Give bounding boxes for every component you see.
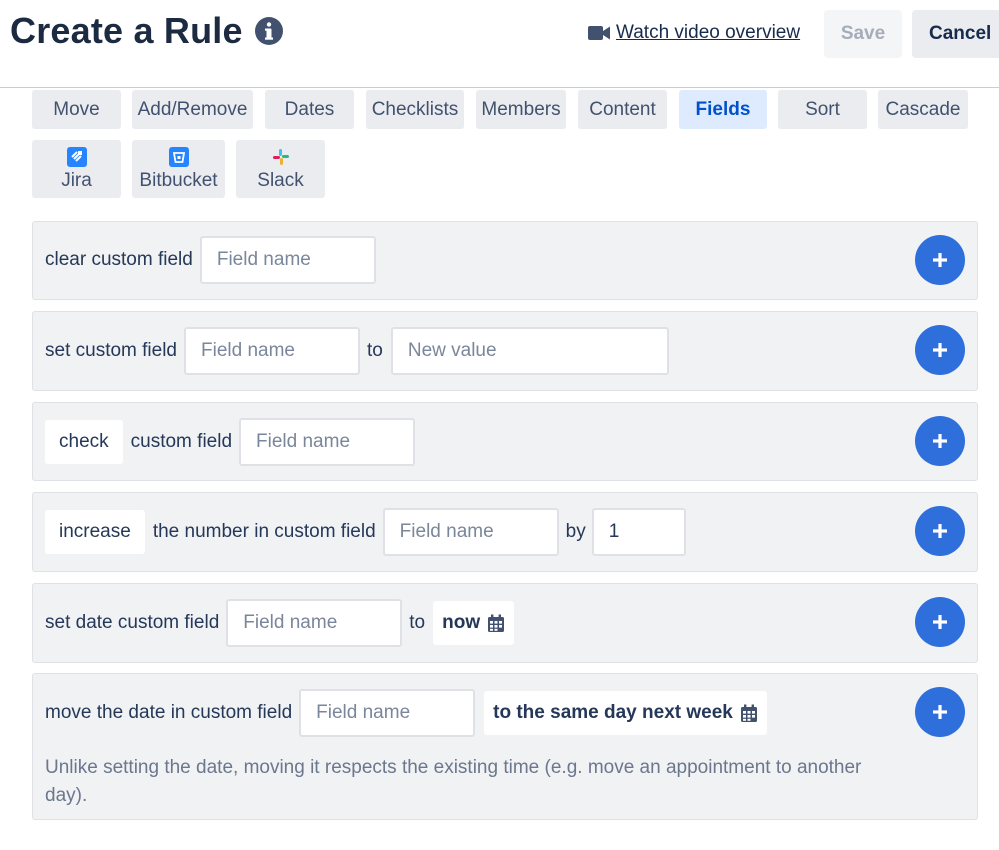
rule-line: set date custom field Field name to now (45, 599, 515, 647)
add-button[interactable] (915, 687, 965, 737)
plus-icon (933, 253, 947, 267)
increment-input[interactable]: 1 (591, 508, 686, 556)
rule-label: clear custom field (45, 249, 193, 270)
rule-label: set date custom field (45, 612, 220, 633)
tab-jira-label: Jira (61, 169, 92, 191)
rule-line: clear custom field Field name (45, 236, 383, 284)
watch-video-label: Watch video overview (616, 22, 801, 43)
rule-line: check custom field Field name (45, 418, 422, 466)
rule-clear-custom-field: clear custom field Field name (32, 221, 978, 300)
add-button[interactable] (915, 325, 965, 375)
add-button[interactable] (915, 235, 965, 285)
bitbucket-icon (168, 146, 189, 167)
calendar-icon (488, 614, 505, 632)
tab-checklists[interactable]: Checklists (366, 90, 464, 129)
date-picker[interactable]: now (433, 601, 515, 645)
tab-members[interactable]: Members (476, 90, 566, 129)
plus-icon (933, 524, 947, 538)
rule-line: move the date in custom field Field name… (45, 689, 767, 737)
date-value: now (442, 612, 481, 633)
tab-dates[interactable]: Dates (265, 90, 354, 129)
info-icon[interactable] (254, 17, 283, 45)
new-value-input[interactable]: New value (390, 327, 669, 375)
by-label: by (565, 521, 586, 542)
slack-icon (272, 148, 289, 165)
page-title: Create a Rule (10, 10, 283, 52)
rule-line: increase the number in custom field Fiel… (45, 508, 693, 556)
field-name-input[interactable]: Field name (299, 689, 476, 737)
rule-label: move the date in custom field (45, 702, 293, 723)
rule-label: the number in custom field (152, 521, 376, 542)
rule-increase-number: increase the number in custom field Fiel… (32, 492, 978, 572)
video-camera-icon (588, 26, 610, 40)
rule-label: set custom field (45, 340, 177, 361)
cancel-button[interactable]: Cancel (912, 10, 999, 58)
tab-cascade[interactable]: Cascade (878, 90, 968, 129)
tab-content[interactable]: Content (578, 90, 667, 129)
tab-fields[interactable]: Fields (679, 90, 767, 129)
plus-icon (933, 705, 947, 719)
tab-add-remove[interactable]: Add/Remove (132, 90, 253, 129)
add-button[interactable] (915, 416, 965, 466)
to-label: to (409, 612, 426, 633)
tab-slack[interactable]: Slack (236, 140, 325, 198)
rule-check-custom-field: check custom field Field name (32, 402, 978, 481)
jira-icon (66, 146, 87, 167)
field-name-input[interactable]: Field name (239, 418, 416, 466)
field-name-input[interactable]: Field name (199, 236, 376, 284)
increase-dropdown[interactable]: increase (45, 510, 145, 554)
field-name-input[interactable]: Field name (226, 599, 403, 647)
add-button[interactable] (915, 506, 965, 556)
rule-set-date-custom-field: set date custom field Field name to now (32, 583, 978, 663)
watch-video-link[interactable]: Watch video overview (588, 22, 800, 44)
calendar-icon (740, 704, 757, 722)
header: Create a Rule Watch video overview Save … (0, 0, 999, 88)
plus-icon (933, 615, 947, 629)
tab-bitbucket[interactable]: Bitbucket (132, 140, 225, 198)
move-date-note: Unlike setting the date, moving it respe… (45, 757, 862, 806)
tab-slack-label: Slack (257, 169, 304, 191)
rule-line: set custom field Field name to New value (45, 327, 676, 375)
rule-label: custom field (130, 431, 233, 452)
tab-sort[interactable]: Sort (778, 90, 867, 129)
plus-icon (933, 343, 947, 357)
field-name-input[interactable]: Field name (382, 508, 559, 556)
add-button[interactable] (915, 597, 965, 647)
field-name-input[interactable]: Field name (184, 327, 360, 375)
tab-bitbucket-label: Bitbucket (139, 169, 218, 191)
check-dropdown[interactable]: check (45, 420, 123, 464)
tab-move[interactable]: Move (32, 90, 121, 129)
plus-icon (933, 434, 947, 448)
save-button[interactable]: Save (824, 10, 902, 58)
rule-set-custom-field: set custom field Field name to New value (32, 311, 978, 391)
to-label: to (367, 340, 383, 361)
date-picker[interactable]: to the same day next week (484, 691, 767, 735)
date-value: to the same day next week (493, 702, 733, 723)
tab-jira[interactable]: Jira (32, 140, 121, 198)
rule-move-date-custom-field: move the date in custom field Field name… (32, 673, 978, 820)
page-title-text: Create a Rule (10, 10, 243, 51)
